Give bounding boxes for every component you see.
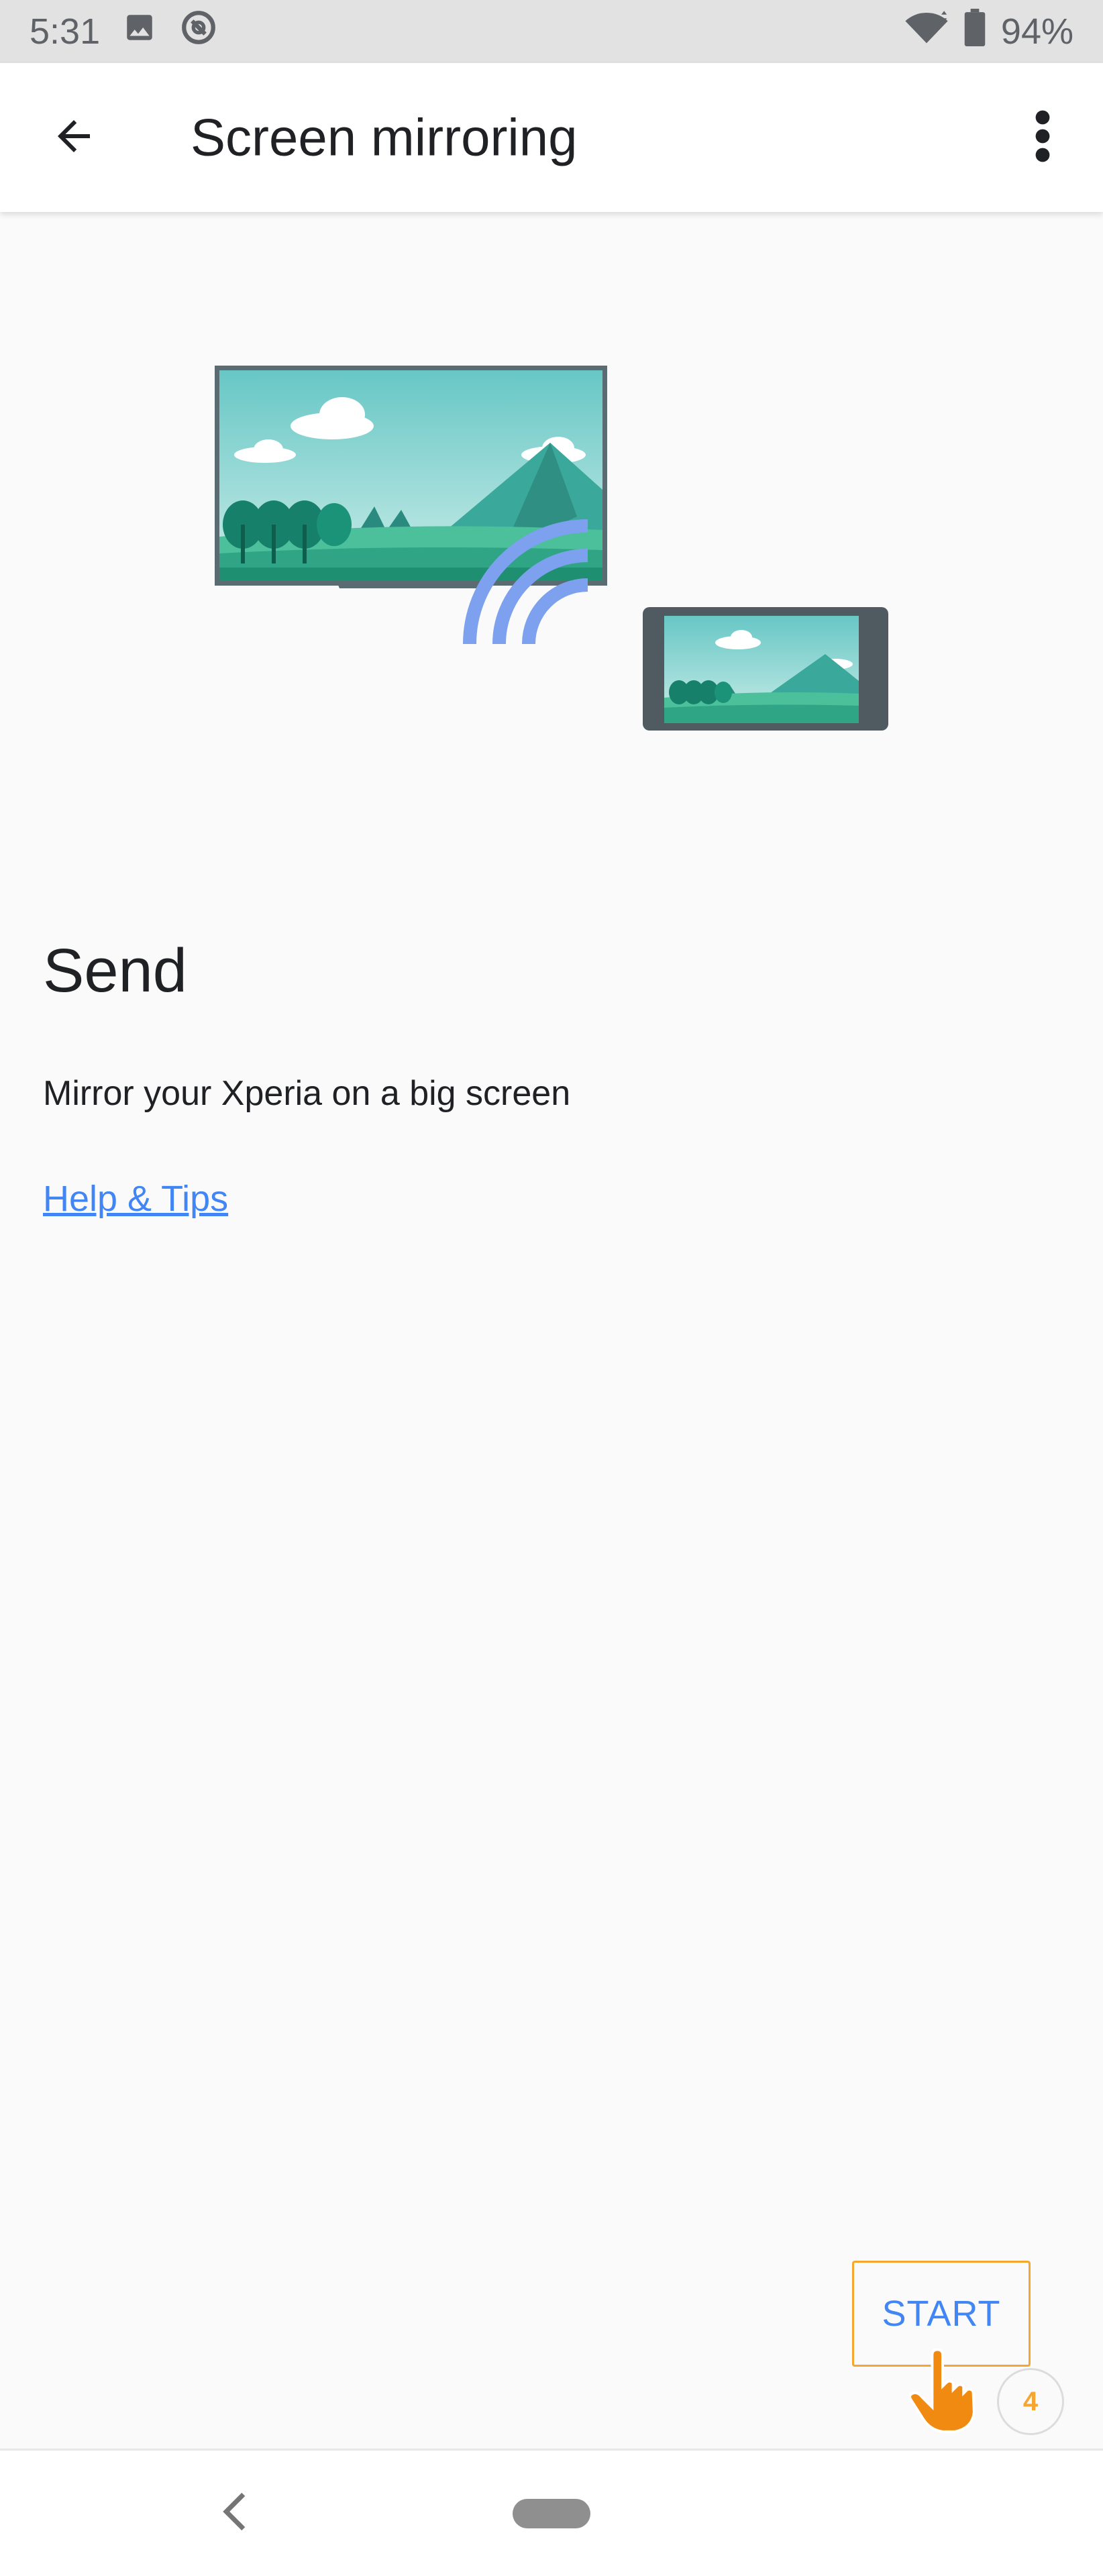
app-bar: Screen mirroring (0, 63, 1103, 212)
page-title: Screen mirroring (191, 107, 578, 167)
arrow-back-icon (50, 112, 98, 164)
nav-back-button[interactable] (208, 2480, 262, 2547)
overflow-menu-button[interactable] (1009, 97, 1076, 178)
system-navigation-bar (0, 2449, 1103, 2576)
status-time: 5:31 (30, 11, 101, 52)
back-button[interactable] (34, 97, 114, 178)
nav-back-icon (220, 2490, 250, 2536)
data-saver-icon (179, 8, 218, 56)
tutorial-step-badge: 4 (997, 2368, 1064, 2435)
wifi-icon (904, 9, 949, 55)
pointing-hand-icon (899, 2348, 986, 2435)
section-heading: Send (43, 936, 187, 1005)
battery-icon (963, 8, 986, 55)
screen-mirroring-illustration (201, 349, 906, 738)
help-tips-link[interactable]: Help & Tips (43, 1178, 228, 1220)
battery-percent: 94% (1000, 11, 1073, 52)
description-text: Mirror your Xperia on a big screen (43, 1074, 571, 1113)
nav-home-pill[interactable] (513, 2498, 590, 2528)
status-bar: 5:31 94% (0, 0, 1103, 63)
more-vert-icon (1035, 109, 1051, 166)
image-icon (123, 11, 156, 53)
